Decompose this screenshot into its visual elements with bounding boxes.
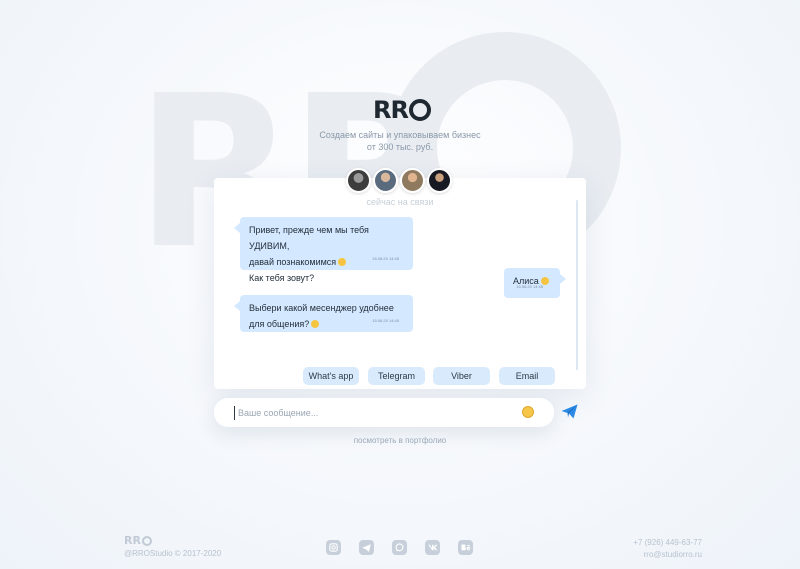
- contact-phone[interactable]: +7 (926) 449-63-77: [633, 538, 702, 547]
- chat-message-incoming: Привет, прежде чем мы тебя УДИВИМ, давай…: [234, 217, 413, 283]
- message-timestamp: 15.06.20 14:45: [372, 256, 399, 261]
- whatsapp-option-button[interactable]: What's app: [303, 367, 359, 385]
- social-links: [326, 540, 491, 555]
- online-status: сейчас на связи: [366, 197, 434, 207]
- copyright: @RROStudio © 2017-2020: [124, 549, 222, 558]
- chat-message-outgoing: Алиса 15.06.20 14:45: [504, 268, 566, 298]
- team-avatars: [346, 168, 454, 193]
- whatsapp-icon[interactable]: [392, 540, 407, 555]
- footer-logo: RR: [124, 534, 152, 547]
- chat-scrollbar[interactable]: [576, 200, 578, 370]
- telegram-option-button[interactable]: Telegram: [368, 367, 425, 385]
- message-input-box: [214, 398, 554, 427]
- message-line: для общения?: [249, 319, 310, 329]
- telegram-icon[interactable]: [359, 540, 374, 555]
- tagline-line-1: Создаем сайты и упаковываем бизнес: [319, 130, 481, 140]
- portfolio-link[interactable]: посмотреть в портфолио: [330, 436, 470, 445]
- message-line: Привет, прежде чем мы тебя УДИВИМ,: [249, 225, 369, 251]
- wink-emoji-icon: [338, 258, 347, 266]
- message-timestamp: 15.06.20 14:45: [516, 284, 543, 289]
- brand-logo: RR: [373, 96, 431, 124]
- message-timestamp: 15.06.20 14:45: [372, 318, 399, 323]
- avatar: [400, 168, 425, 193]
- avatar: [427, 168, 452, 193]
- footer-logo-ring-icon: [141, 535, 152, 546]
- behance-icon[interactable]: [458, 540, 473, 555]
- chat-message-incoming: Выбери какой месенджер удобнее для общен…: [234, 295, 413, 332]
- email-option-button[interactable]: Email: [499, 367, 555, 385]
- viber-option-button[interactable]: Viber: [433, 367, 490, 385]
- message-input[interactable]: [234, 406, 514, 420]
- instagram-icon[interactable]: [326, 540, 341, 555]
- send-icon[interactable]: [561, 404, 578, 419]
- footer-logo-text: RR: [124, 534, 141, 547]
- tagline: Создаем сайты и упаковываем бизнес от 30…: [300, 129, 500, 153]
- message-line: Как тебя зовут?: [249, 273, 315, 283]
- grin-emoji-icon: [311, 320, 320, 328]
- emoji-picker-icon[interactable]: [522, 406, 534, 418]
- logo-ring-icon: [408, 99, 431, 121]
- message-line: давай познакомимся: [249, 257, 337, 267]
- vk-icon[interactable]: [425, 540, 440, 555]
- avatar: [373, 168, 398, 193]
- logo-text: RR: [373, 96, 409, 124]
- contact-email[interactable]: rro@studiorro.ru: [644, 550, 702, 559]
- avatar: [346, 168, 371, 193]
- tagline-line-2: от 300 тыс. руб.: [366, 142, 434, 152]
